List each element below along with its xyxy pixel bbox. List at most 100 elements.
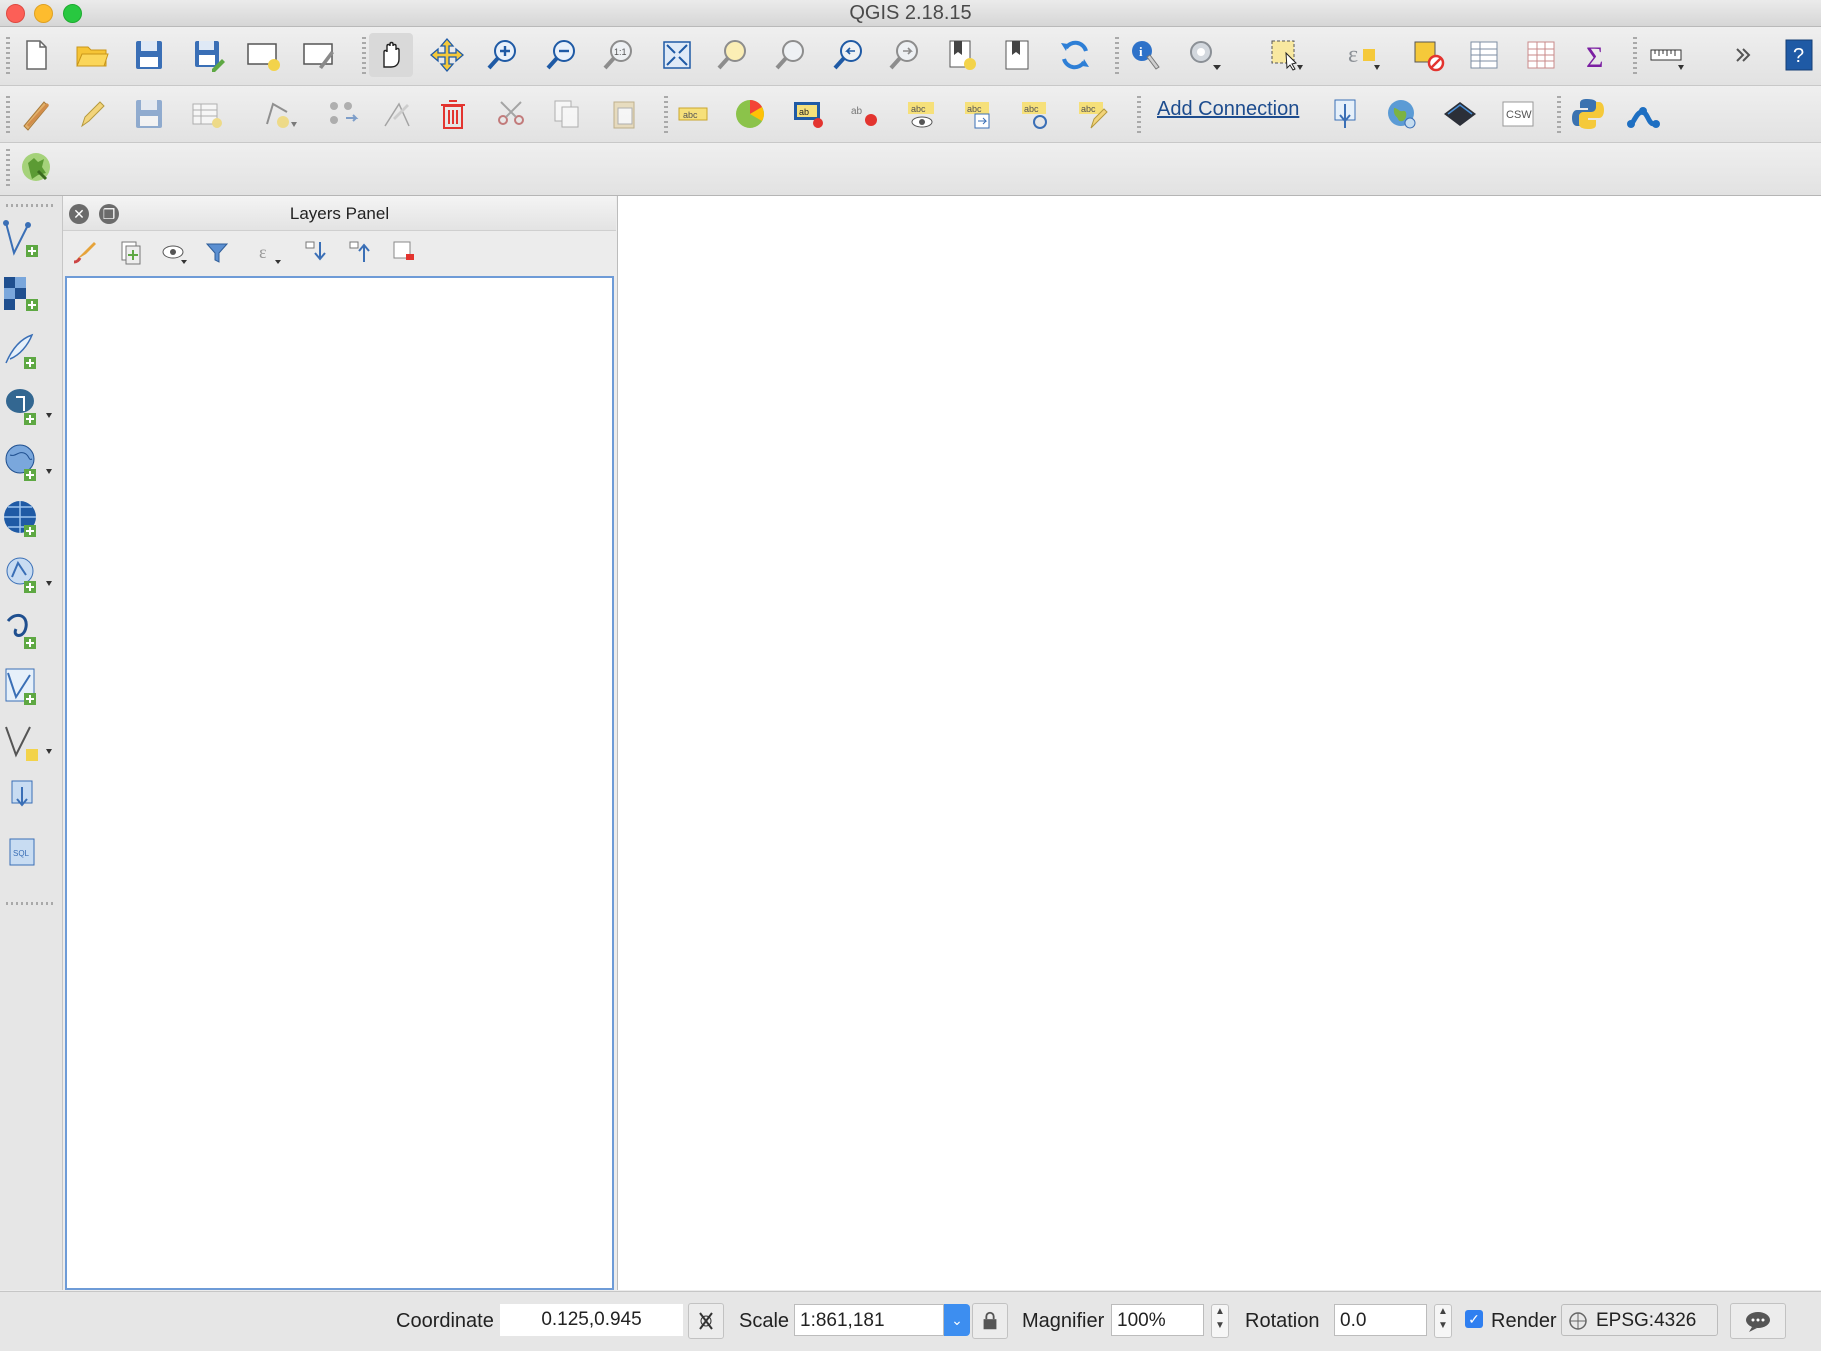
- open-project-icon[interactable]: [70, 33, 114, 77]
- copy-features-icon[interactable]: [545, 92, 589, 136]
- show-bookmarks-icon[interactable]: [996, 33, 1040, 77]
- deselect-icon[interactable]: [1406, 33, 1450, 77]
- manage-visibility-icon[interactable]: [158, 235, 192, 269]
- toggle-editing-icon[interactable]: [70, 92, 114, 136]
- toolbar-grip[interactable]: [1137, 96, 1141, 136]
- save-edits-icon[interactable]: [127, 92, 171, 136]
- help-icon[interactable]: ?: [1776, 33, 1820, 77]
- toolbar-grip[interactable]: [1557, 96, 1561, 136]
- remove-layer-icon[interactable]: [387, 235, 421, 269]
- zoom-to-selection-icon[interactable]: [711, 33, 755, 77]
- zoom-actual-icon[interactable]: 1:1: [597, 33, 641, 77]
- measure-icon[interactable]: [1645, 33, 1689, 77]
- zoom-full-icon[interactable]: [655, 33, 699, 77]
- layer-tree[interactable]: [65, 276, 614, 1290]
- add-postgis-icon[interactable]: [2, 382, 58, 432]
- expand-all-icon[interactable]: [299, 235, 333, 269]
- field-calculator-icon[interactable]: [1519, 33, 1563, 77]
- delete-selected-icon[interactable]: [431, 92, 475, 136]
- add-geonode-icon[interactable]: [2, 774, 58, 824]
- add-virtual-layer-icon[interactable]: [2, 662, 58, 712]
- add-feature-icon[interactable]: [257, 92, 301, 136]
- paste-features-icon[interactable]: [602, 92, 646, 136]
- filter-by-expression-icon[interactable]: ε: [252, 235, 286, 269]
- zoom-last-icon[interactable]: [827, 33, 871, 77]
- lock-scale-icon[interactable]: [972, 1303, 1008, 1339]
- globe-icon[interactable]: [1380, 92, 1424, 136]
- new-project-icon[interactable]: [14, 33, 58, 77]
- label-toolbar-icon[interactable]: ab: [786, 92, 830, 136]
- scale-dropdown-button[interactable]: ⌄: [944, 1304, 970, 1336]
- message-log-icon[interactable]: [1730, 1303, 1786, 1339]
- open-attribute-table-icon[interactable]: [1462, 33, 1506, 77]
- scale-combobox[interactable]: 1:861,181: [794, 1304, 944, 1336]
- refresh-icon[interactable]: [1053, 33, 1097, 77]
- change-label-icon[interactable]: abc: [1071, 92, 1115, 136]
- identify-icon[interactable]: i: [1123, 33, 1167, 77]
- pan-icon[interactable]: [369, 33, 413, 77]
- zoom-out-icon[interactable]: [540, 33, 584, 77]
- save-as-icon[interactable]: [186, 33, 230, 77]
- node-tool-icon[interactable]: [375, 92, 419, 136]
- add-delimited-text-icon[interactable]: [2, 326, 58, 376]
- new-bookmark-icon[interactable]: [940, 33, 984, 77]
- collapse-all-icon[interactable]: [343, 235, 377, 269]
- diagram-icon[interactable]: [728, 92, 772, 136]
- add-oracle-icon[interactable]: [2, 606, 58, 656]
- geoserver-icon[interactable]: [1323, 92, 1367, 136]
- map-canvas[interactable]: [617, 196, 1821, 1290]
- new-print-composer-icon[interactable]: [241, 33, 285, 77]
- python-icon[interactable]: [1566, 92, 1610, 136]
- zoom-next-icon[interactable]: [883, 33, 927, 77]
- toolbar-grip[interactable]: [6, 204, 54, 207]
- toolbar-grip[interactable]: [362, 37, 366, 77]
- run-action-icon[interactable]: [1183, 33, 1227, 77]
- toolbar-grip[interactable]: [1115, 37, 1119, 77]
- toggle-extents-icon[interactable]: [688, 1303, 724, 1339]
- sql-icon[interactable]: SQL: [2, 830, 58, 880]
- style-manager-icon[interactable]: [69, 235, 103, 269]
- show-hide-labels-icon[interactable]: abc: [900, 92, 944, 136]
- black-tile-icon[interactable]: [1438, 92, 1482, 136]
- toolbar-grip[interactable]: [6, 149, 10, 189]
- pan-to-selection-icon[interactable]: [425, 33, 469, 77]
- add-wfs-icon[interactable]: [2, 550, 58, 600]
- statistics-icon[interactable]: Σ: [1575, 33, 1619, 77]
- add-wms-icon[interactable]: [2, 494, 58, 544]
- plugin-icon[interactable]: [14, 145, 58, 189]
- move-label-icon[interactable]: abc: [957, 92, 1001, 136]
- more-icon[interactable]: [1721, 33, 1765, 77]
- current-edits-icon[interactable]: [14, 92, 58, 136]
- add-raster-layer-icon[interactable]: [2, 270, 58, 320]
- rotate-label-icon[interactable]: abc: [1014, 92, 1058, 136]
- rotation-field[interactable]: 0.0: [1334, 1304, 1427, 1336]
- zoom-in-icon[interactable]: [481, 33, 525, 77]
- toolbar-grip[interactable]: [664, 96, 668, 136]
- digitize-icon[interactable]: [185, 92, 229, 136]
- move-feature-icon[interactable]: [320, 92, 364, 136]
- magnifier-spinner[interactable]: ▲ ▼: [1211, 1304, 1229, 1338]
- select-features-icon[interactable]: [1264, 33, 1308, 77]
- layer-labeling-icon[interactable]: abc: [671, 92, 715, 136]
- magnifier-field[interactable]: 100%: [1111, 1304, 1204, 1336]
- composer-manager-icon[interactable]: [297, 33, 341, 77]
- new-shapefile-icon[interactable]: [2, 718, 58, 768]
- csw-icon[interactable]: CSW: [1496, 92, 1540, 136]
- toolbar-grip[interactable]: [1633, 37, 1637, 77]
- toolbar-grip[interactable]: [6, 902, 54, 905]
- add-group-icon[interactable]: [113, 235, 147, 269]
- cut-features-icon[interactable]: [489, 92, 533, 136]
- zoom-to-layer-icon[interactable]: [769, 33, 813, 77]
- select-by-expression-icon[interactable]: ε: [1341, 33, 1385, 77]
- add-spatialite-icon[interactable]: [2, 438, 58, 488]
- add-connection-link[interactable]: Add Connection: [1157, 98, 1299, 121]
- save-project-icon[interactable]: [127, 33, 171, 77]
- coordinate-field[interactable]: 0.125,0.945: [500, 1304, 683, 1336]
- pin-labels-icon[interactable]: ab: [843, 92, 887, 136]
- add-vector-layer-icon[interactable]: [2, 214, 58, 264]
- processing-icon[interactable]: [1622, 92, 1666, 136]
- render-checkbox[interactable]: ✓: [1465, 1310, 1483, 1328]
- toolbar-grip[interactable]: [6, 37, 10, 77]
- rotation-spinner[interactable]: ▲ ▼: [1434, 1304, 1452, 1338]
- filter-legend-icon[interactable]: [200, 235, 234, 269]
